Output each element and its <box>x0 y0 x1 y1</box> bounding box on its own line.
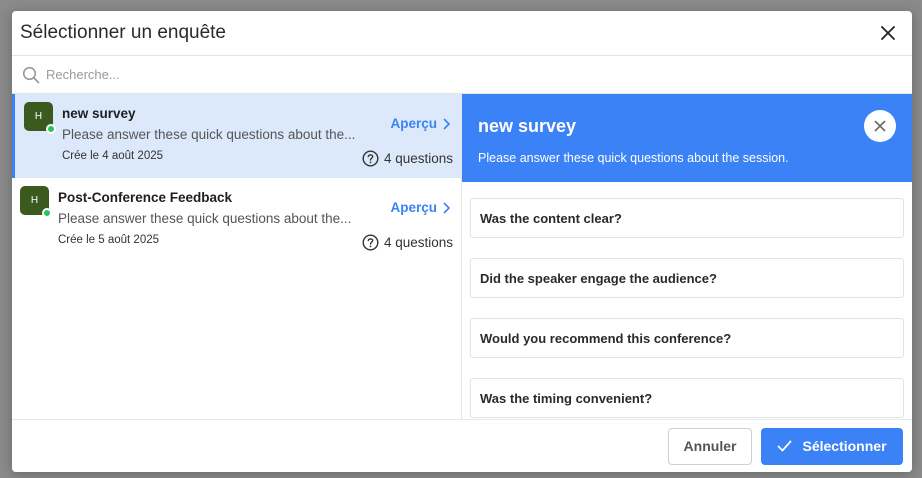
avatar: H <box>20 186 52 218</box>
avatar-initial: H <box>30 195 39 206</box>
survey-item-new-survey[interactable]: H new survey Please answer these quick q… <box>12 94 461 178</box>
preview-header: new survey Please answer these quick que… <box>462 94 912 182</box>
dialog-content: H new survey Please answer these quick q… <box>12 94 912 472</box>
question-card: Did the speaker engage the audience? <box>470 258 904 298</box>
close-icon <box>874 120 886 132</box>
close-icon <box>881 26 895 40</box>
dialog-title: Sélectionner un enquête <box>20 22 226 43</box>
preview-label: Aperçu <box>390 116 437 131</box>
survey-item-post-conference-feedback[interactable]: H Post-Conference Feedback Please answer… <box>12 178 461 262</box>
question-count-label: 4 questions <box>383 151 453 166</box>
survey-list: H new survey Please answer these quick q… <box>12 94 462 419</box>
question-count: 4 questions <box>362 150 453 167</box>
select-button[interactable]: Sélectionner <box>761 427 903 465</box>
search-icon <box>22 66 40 83</box>
preview-link[interactable]: Aperçu <box>390 116 451 131</box>
question-count: 4 questions <box>362 234 453 251</box>
preview-label: Aperçu <box>390 200 437 215</box>
question-list: Was the content clear? Did the speaker e… <box>462 182 912 418</box>
survey-title: Post-Conference Feedback <box>58 190 233 205</box>
question-circle-icon <box>362 150 379 167</box>
close-button[interactable] <box>874 19 902 47</box>
survey-created-date: Crée le 5 août 2025 <box>58 234 160 246</box>
status-dot <box>46 124 56 134</box>
status-dot <box>42 208 52 218</box>
avatar-initial: H <box>34 111 43 122</box>
question-count-label: 4 questions <box>383 235 453 250</box>
question-circle-icon <box>362 234 379 251</box>
search-input[interactable] <box>46 67 646 82</box>
preview-description: Please answer these quick questions abou… <box>478 151 789 165</box>
chevron-right-icon <box>443 118 451 129</box>
search-bar <box>12 56 912 94</box>
preview-title: new survey <box>478 116 577 136</box>
cancel-button[interactable]: Annuler <box>668 427 752 465</box>
chevron-right-icon <box>443 202 451 213</box>
preview-link[interactable]: Aperçu <box>390 200 451 215</box>
close-preview-button[interactable] <box>864 110 896 142</box>
question-card: Was the timing convenient? <box>470 378 904 418</box>
question-card: Would you recommend this conference? <box>470 318 904 358</box>
dialog-footer: Annuler Sélectionner <box>12 419 912 472</box>
survey-title: new survey <box>62 106 136 121</box>
select-button-label: Sélectionner <box>802 438 887 454</box>
survey-description: Please answer these quick questions abou… <box>58 211 352 226</box>
avatar: H <box>24 102 56 134</box>
survey-description: Please answer these quick questions abou… <box>62 127 356 142</box>
check-icon <box>778 440 792 452</box>
dialog-header: Sélectionner un enquête <box>12 11 912 56</box>
select-survey-dialog: Sélectionner un enquête H new survey Ple… <box>12 11 912 472</box>
survey-preview-panel: new survey Please answer these quick que… <box>462 94 912 419</box>
question-card: Was the content clear? <box>470 198 904 238</box>
survey-created-date: Crée le 4 août 2025 <box>62 150 164 162</box>
